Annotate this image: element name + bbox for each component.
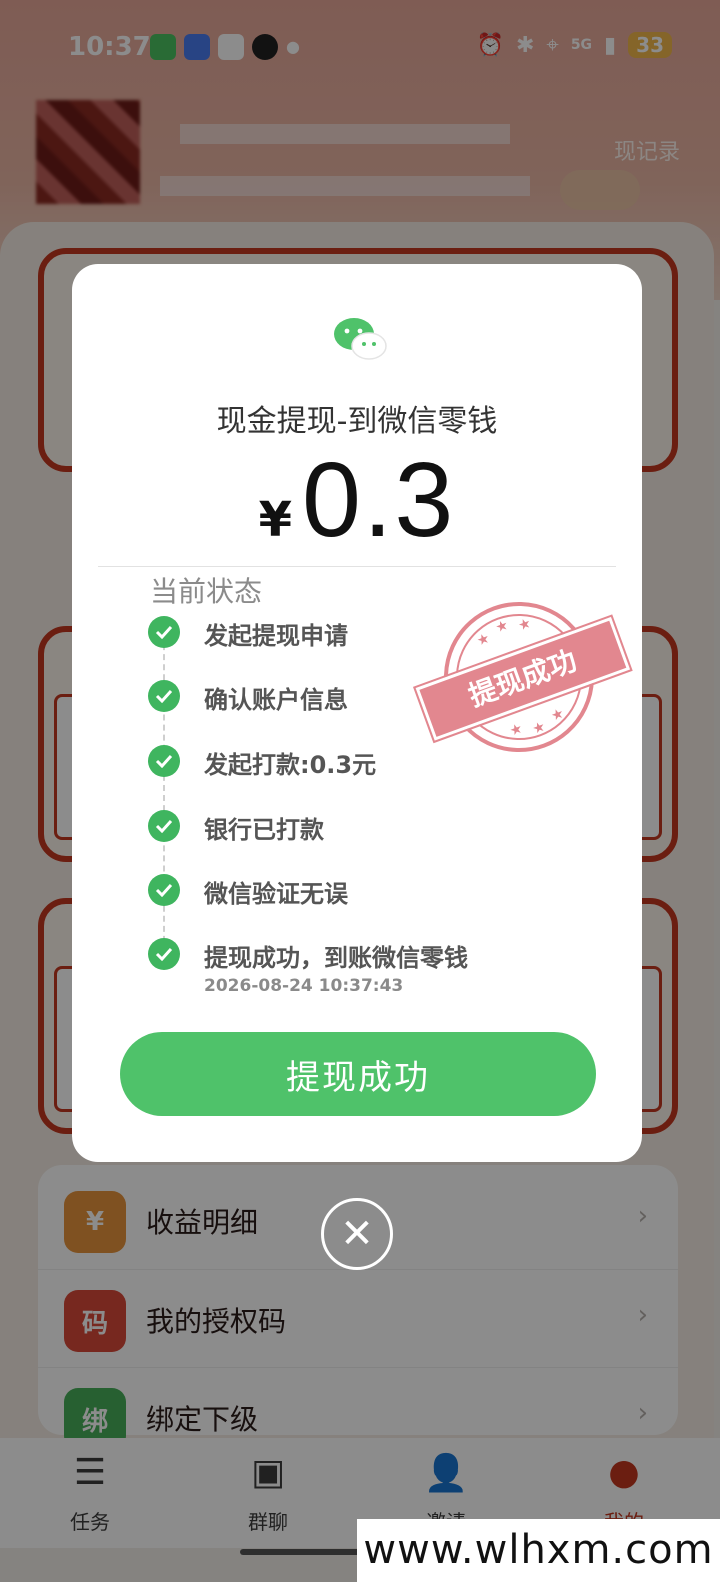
- success-stamp: ★ ★ ★ ★ ★ ★ 提现成功: [413, 580, 633, 774]
- check-icon: [148, 680, 180, 712]
- dialog-title: 现金提现-到微信零钱: [216, 404, 498, 439]
- check-icon: [148, 810, 180, 842]
- watermark-text: www.wlhxm.com: [357, 1519, 720, 1582]
- step-label: 银行已打款: [204, 816, 324, 844]
- divider: [98, 566, 616, 567]
- step-label: 微信验证无误: [204, 880, 348, 908]
- close-icon[interactable]: ✕: [321, 1198, 393, 1270]
- amount-value: 0.3: [302, 441, 456, 559]
- withdraw-result-dialog: 现金提现-到微信零钱 ¥0.3 当前状态 发起提现申请 确认账户信息 发起打款:…: [72, 264, 642, 1162]
- withdraw-success-button[interactable]: 提现成功: [120, 1032, 596, 1116]
- step-label: 发起提现申请: [204, 622, 348, 650]
- wechat-icon: [334, 318, 387, 360]
- step-timestamp: 2026-08-24 10:37:43: [204, 976, 404, 996]
- check-icon: [148, 745, 180, 777]
- check-icon: [148, 874, 180, 906]
- withdraw-amount: ¥0.3: [72, 440, 642, 561]
- check-icon: [148, 938, 180, 970]
- check-icon: [148, 616, 180, 648]
- step-label: 确认账户信息: [204, 686, 348, 714]
- step-label: 提现成功，到账微信零钱: [204, 944, 468, 972]
- status-heading: 当前状态: [150, 575, 263, 608]
- currency-symbol: ¥: [258, 492, 293, 548]
- step-label: 发起打款:0.3元: [204, 751, 377, 779]
